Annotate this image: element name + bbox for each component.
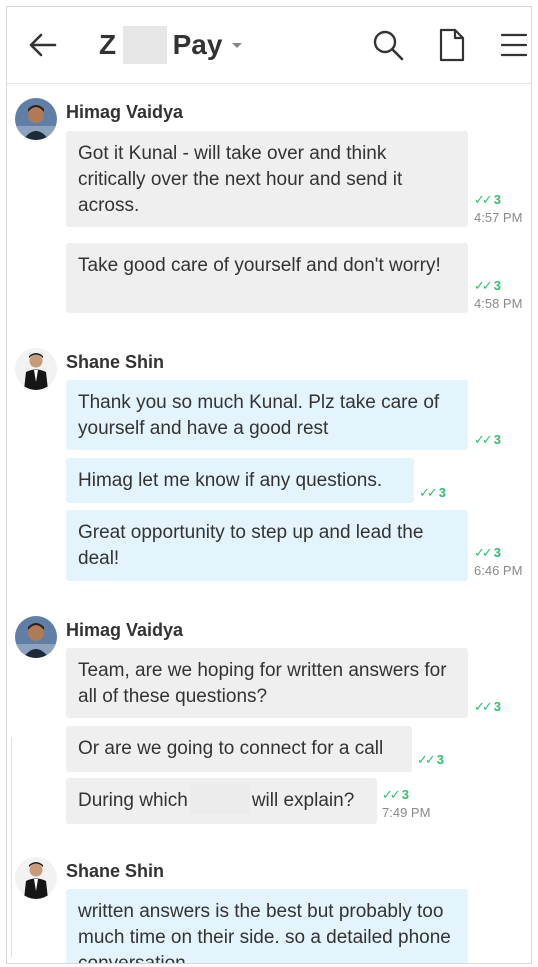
sender-name: Shane Shin <box>66 861 165 881</box>
message-bubble[interactable]: Team, are we hoping for written answers … <box>66 648 468 718</box>
avatar[interactable] <box>15 98 57 140</box>
redacted-block <box>189 784 250 814</box>
message-time: 6:46 PM <box>474 563 523 578</box>
sender-name: Himag Vaidya <box>66 102 184 122</box>
back-arrow-icon[interactable] <box>27 29 59 61</box>
read-receipt-icon: ✓✓ <box>419 485 438 500</box>
message-time: 7:49 PM <box>382 805 431 820</box>
avatar[interactable] <box>15 857 57 899</box>
message-bubble[interactable]: Great opportunity to step up and lead th… <box>66 510 468 581</box>
read-receipt-icon: ✓✓ <box>382 787 401 802</box>
read-receipt-icon: ✓✓ <box>474 192 493 207</box>
chat-title-suffix: Pay <box>172 29 223 60</box>
message-text: written answers is the best but probably… <box>78 901 451 964</box>
read-receipt: ✓✓ 3 <box>474 278 502 293</box>
message-text: Got it Kunal - will take over and think … <box>78 143 403 216</box>
message-time: 4:58 PM <box>474 296 523 311</box>
message-bubble[interactable]: During which will explain? <box>66 778 377 824</box>
read-receipt-icon: ✓✓ <box>417 752 436 767</box>
message-text: Or are we going to connect for a call <box>78 738 384 759</box>
message-text: Thank you so much Kunal. Plz take care o… <box>78 392 440 439</box>
read-receipt-icon: ✓✓ <box>474 699 493 714</box>
message-text-part: During which <box>78 790 188 812</box>
read-receipt-icon: ✓✓ <box>474 432 493 447</box>
avatar[interactable] <box>15 348 57 390</box>
read-receipt-icon: ✓✓ <box>474 545 493 560</box>
message-text: Himag let me know if any questions. <box>78 470 383 491</box>
scroll-edge <box>7 737 12 957</box>
message-text-part: will explain? <box>251 790 355 812</box>
chat-title-prefix: Z <box>99 29 117 60</box>
read-receipt: ✓✓ 3 <box>474 432 502 447</box>
message-bubble[interactable]: Take good care of yourself and don't wor… <box>66 243 468 313</box>
read-receipt: ✓✓ 3 <box>474 545 502 560</box>
message-bubble[interactable]: written answers is the best but probably… <box>66 889 468 964</box>
search-icon[interactable] <box>372 29 404 61</box>
message-bubble[interactable]: Himag let me know if any questions. <box>66 458 414 503</box>
document-icon[interactable] <box>439 28 465 62</box>
chevron-down-icon <box>232 42 243 48</box>
chat-screen: Z Pay Himag Vaidya Got it Kunal - will t… <box>6 6 532 964</box>
message-bubble[interactable]: Or are we going to connect for a call <box>66 726 412 772</box>
sender-name: Shane Shin <box>66 352 165 372</box>
read-receipt: ✓✓ 3 <box>419 485 447 500</box>
message-text: Great opportunity to step up and lead th… <box>78 522 424 569</box>
read-receipt: ✓✓ 3 <box>417 752 445 767</box>
read-receipt: ✓✓ 3 <box>382 787 410 802</box>
message-time: 4:57 PM <box>474 210 523 225</box>
message-text: Team, are we hoping for written answers … <box>78 660 447 707</box>
message-bubble[interactable]: Got it Kunal - will take over and think … <box>66 131 468 227</box>
avatar[interactable] <box>15 616 57 658</box>
message-text: Take good care of yourself and don't wor… <box>78 255 441 276</box>
menu-icon[interactable] <box>501 33 527 57</box>
message-bubble[interactable]: Thank you so much Kunal. Plz take care o… <box>66 380 468 450</box>
read-receipt: ✓✓ 3 <box>474 192 502 207</box>
app-header: Z Pay <box>7 7 531 84</box>
chat-title[interactable]: Z Pay <box>99 26 243 64</box>
redacted-block <box>122 26 167 64</box>
read-receipt: ✓✓ 3 <box>474 699 502 714</box>
sender-name: Himag Vaidya <box>66 620 184 640</box>
read-receipt-icon: ✓✓ <box>474 278 493 293</box>
